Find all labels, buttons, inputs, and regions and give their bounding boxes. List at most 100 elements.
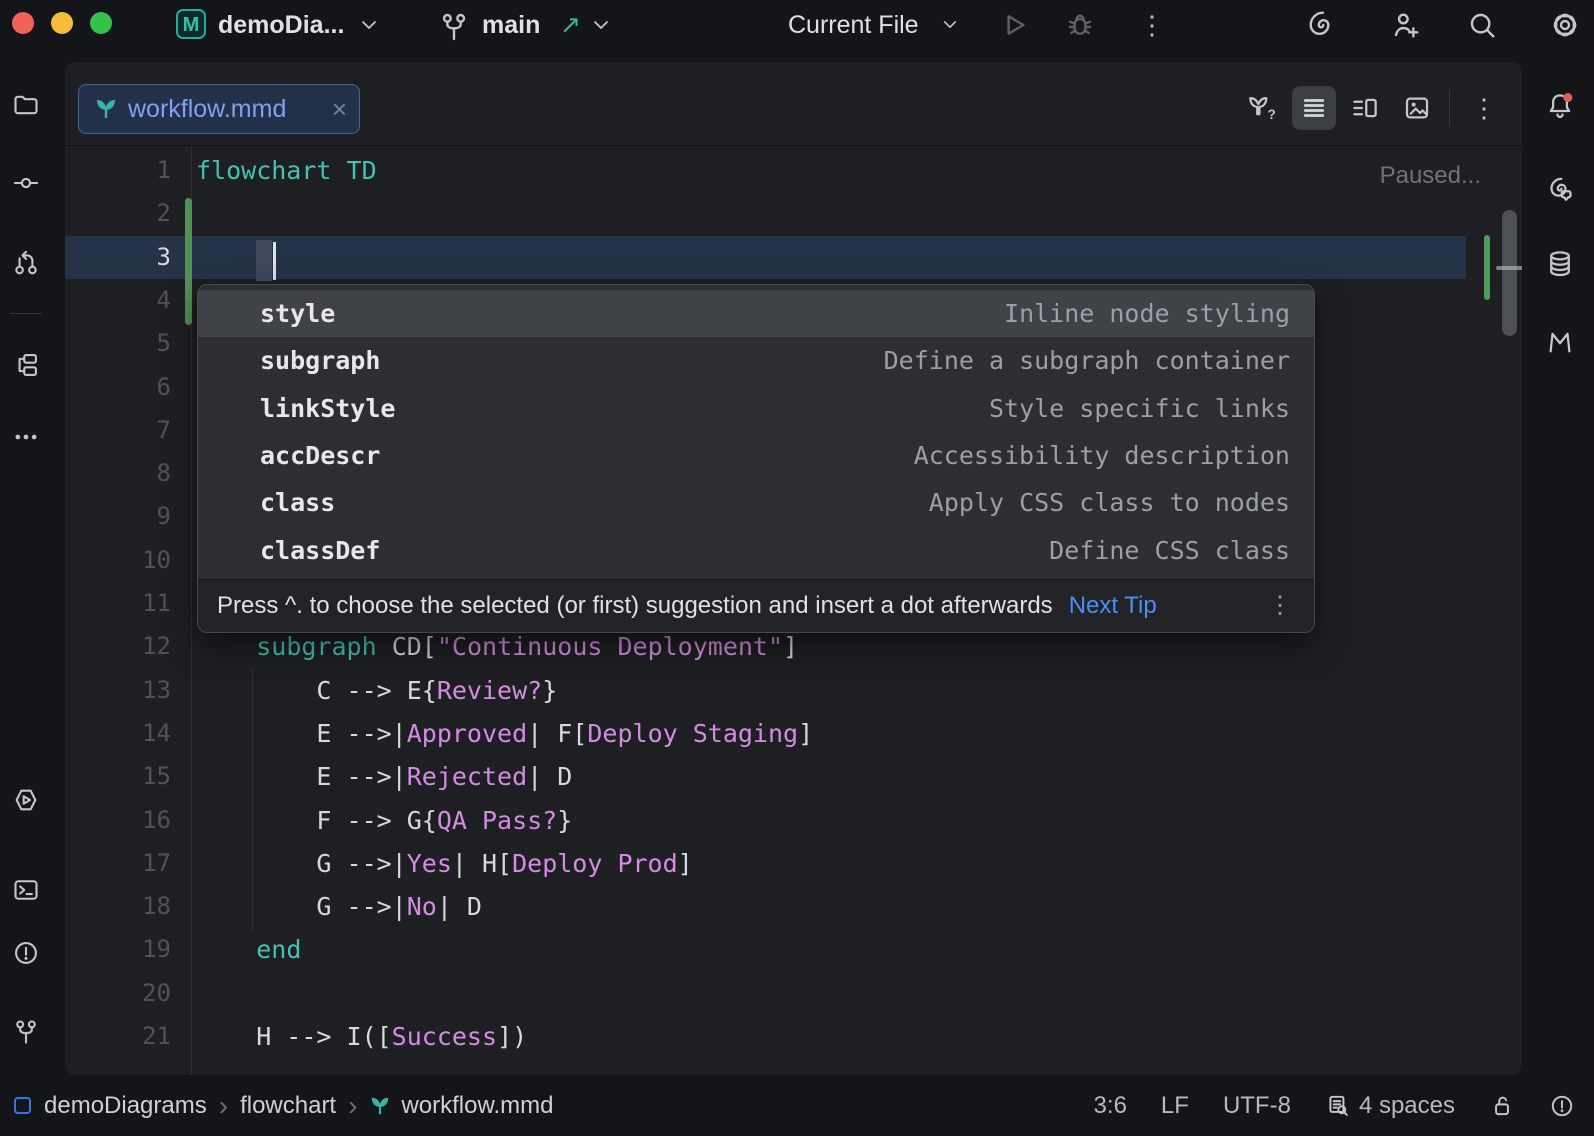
mermaid-chart-tool-button[interactable] [1545,327,1573,355]
preview-only-button[interactable] [1395,86,1439,130]
editor-panel: workflow.mmd × ? ⋮ 12 [65,62,1522,1075]
line-separator-widget[interactable]: LF [1161,1092,1189,1120]
code-line-17[interactable]: G -->|Yes| H[Deploy Prod] [196,842,693,885]
code-line-21[interactable]: H --> I([Success]) [196,1015,527,1058]
kebab-icon: ⋮ [1471,93,1497,124]
code-with-me-button[interactable] [1390,9,1422,41]
line-number-15[interactable]: 15 [65,755,171,798]
breadcrumb-file[interactable]: workflow.mmd [401,1092,553,1120]
project-tool-button[interactable] [12,91,40,119]
completion-item-description: Accessibility description [914,441,1290,470]
code-line-18[interactable]: G -->|No| D [196,885,482,928]
ai-chat-tool-button[interactable] [1545,174,1573,202]
ide-window: M demoDia... main ↗ Current File ⋮ [0,0,1594,1136]
debug-button[interactable] [1064,9,1096,41]
run-tool-button[interactable] [12,786,40,814]
git-branch-icon [438,11,470,43]
line-number-21[interactable]: 21 [65,1015,171,1058]
code-line-1[interactable]: flowchart TD [196,149,377,192]
line-number-6[interactable]: 6 [65,366,171,409]
line-number-13[interactable]: 13 [65,669,171,712]
search-everywhere-button[interactable] [1466,9,1498,41]
encoding-widget[interactable]: UTF-8 [1223,1092,1291,1120]
completion-hint-bar: Press ^. to choose the selected (or firs… [198,579,1314,632]
database-tool-button[interactable] [1545,249,1573,277]
text-caret [273,242,276,280]
code-token [196,632,256,661]
line-number-19[interactable]: 19 [65,928,171,971]
settings-button[interactable] [1549,9,1581,41]
line-number-16[interactable]: 16 [65,799,171,842]
line-number-9[interactable]: 9 [65,495,171,538]
notifications-button[interactable] [1545,91,1573,119]
fullscreen-window-button[interactable] [90,12,112,34]
terminal-tool-button[interactable] [12,876,40,904]
svg-text:?: ? [1268,107,1276,122]
completion-item-accDescr[interactable]: accDescr Accessibility description [198,432,1314,479]
line-number-3[interactable]: 3 [65,236,171,279]
run-button[interactable] [998,9,1030,41]
line-number-7[interactable]: 7 [65,409,171,452]
next-tip-link[interactable]: Next Tip [1069,592,1157,620]
play-icon [998,9,1030,41]
breadcrumb-separator: › [219,1090,228,1122]
inspections-icon[interactable] [1549,1093,1575,1119]
code-token: ]) [497,1022,527,1051]
kebab-icon[interactable]: ⋮ [1268,591,1292,620]
line-number-20[interactable]: 20 [65,972,171,1015]
structure-tool-button[interactable] [12,351,40,379]
problems-tool-button[interactable] [12,939,40,967]
line-number-12[interactable]: 12 [65,625,171,668]
editor-options-button[interactable]: ⋮ [1462,86,1506,130]
code-token: end [256,935,301,964]
mermaid-help-button[interactable]: ? [1240,86,1284,130]
line-number-10[interactable]: 10 [65,539,171,582]
completion-item-linkStyle[interactable]: linkStyleStyle specific links [198,385,1314,432]
indent-widget[interactable]: 4 spaces [1325,1092,1455,1120]
run-configuration-selector[interactable]: Current File [788,0,919,50]
breadcrumb-project[interactable]: demoDiagrams [44,1092,207,1120]
line-number-18[interactable]: 18 [65,885,171,928]
git-tool-button[interactable] [12,1018,40,1046]
line-number-11[interactable]: 11 [65,582,171,625]
editor-area[interactable]: 123456789101112131415161718192021 flowch… [65,146,1522,1075]
editor-tab-bar: workflow.mmd × ? ⋮ [65,62,1522,146]
ai-assistant-button[interactable] [1305,9,1337,41]
split-editor-preview-button[interactable] [1343,86,1387,130]
unlocked-icon[interactable] [1489,1093,1515,1119]
completion-item-class[interactable]: classApply CSS class to nodes [198,479,1314,526]
commit-tool-button[interactable] [12,169,40,197]
close-window-button[interactable] [12,12,34,34]
editor-scrollbar[interactable] [1502,210,1517,336]
project-color-icon [14,1097,31,1114]
line-number-17[interactable]: 17 [65,842,171,885]
completion-item-name: class [260,488,335,517]
more-tool-windows-button[interactable] [12,423,40,451]
completion-item-description: Style specific links [989,394,1290,423]
completion-item-classDef[interactable]: classDefDefine CSS class [198,526,1314,573]
code-line-19[interactable]: end [196,928,301,971]
line-number-4[interactable]: 4 [65,279,171,322]
code-line-13[interactable]: C --> E{Review?} [196,669,557,712]
line-number-1[interactable]: 1 [65,149,171,192]
line-number-14[interactable]: 14 [65,712,171,755]
minimize-window-button[interactable] [51,12,73,34]
editor-only-view-button[interactable] [1292,86,1336,130]
close-tab-icon[interactable]: × [332,96,347,122]
more-run-actions-button[interactable]: ⋮ [1136,9,1168,41]
code-style-icon [1325,1093,1351,1119]
line-number-5[interactable]: 5 [65,322,171,365]
mermaid-file-icon [369,1095,391,1117]
project-widget[interactable]: demoDia... [218,0,344,50]
line-number-2[interactable]: 2 [65,192,171,235]
tab-workflow-mmd[interactable]: workflow.mmd × [78,84,360,134]
breadcrumb-folder[interactable]: flowchart [240,1092,336,1120]
code-line-14[interactable]: E -->|Approved| F[Deploy Staging] [196,712,813,755]
caret-position-widget[interactable]: 3:6 [1094,1092,1127,1120]
pull-requests-tool-button[interactable] [12,249,40,277]
line-number-8[interactable]: 8 [65,452,171,495]
branch-widget[interactable]: main [482,0,540,50]
completion-item-subgraph[interactable]: subgraphDefine a subgraph container [198,337,1314,384]
completion-item-style[interactable]: styleInline node styling [198,290,1314,337]
completion-item-name: accDescr [260,441,380,470]
